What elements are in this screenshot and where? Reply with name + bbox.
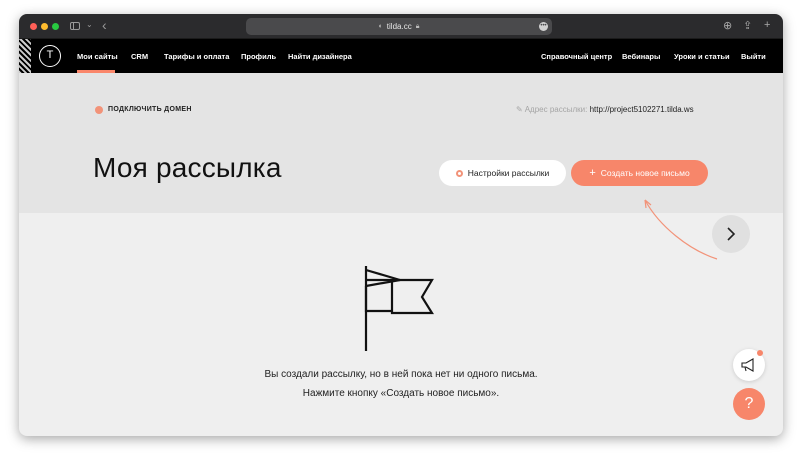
next-slide-button[interactable] xyxy=(712,215,750,253)
megaphone-icon xyxy=(741,358,754,372)
help-button[interactable]: ? xyxy=(733,388,765,420)
notification-dot xyxy=(757,350,763,356)
promo-button[interactable] xyxy=(733,349,765,381)
chevron-right-icon xyxy=(727,227,736,241)
flag-icon xyxy=(364,266,436,359)
empty-state-message: Вы создали рассылку, но в ней пока нет н… xyxy=(264,369,538,380)
empty-state-hint: Нажмите кнопку «Создать новое письмо». xyxy=(302,388,500,399)
browser-window: ⌄ ‹ ◐ tilda.cc 🔒︎ ••• ⊕ ⇪ + T Мои сайты … xyxy=(19,14,783,436)
